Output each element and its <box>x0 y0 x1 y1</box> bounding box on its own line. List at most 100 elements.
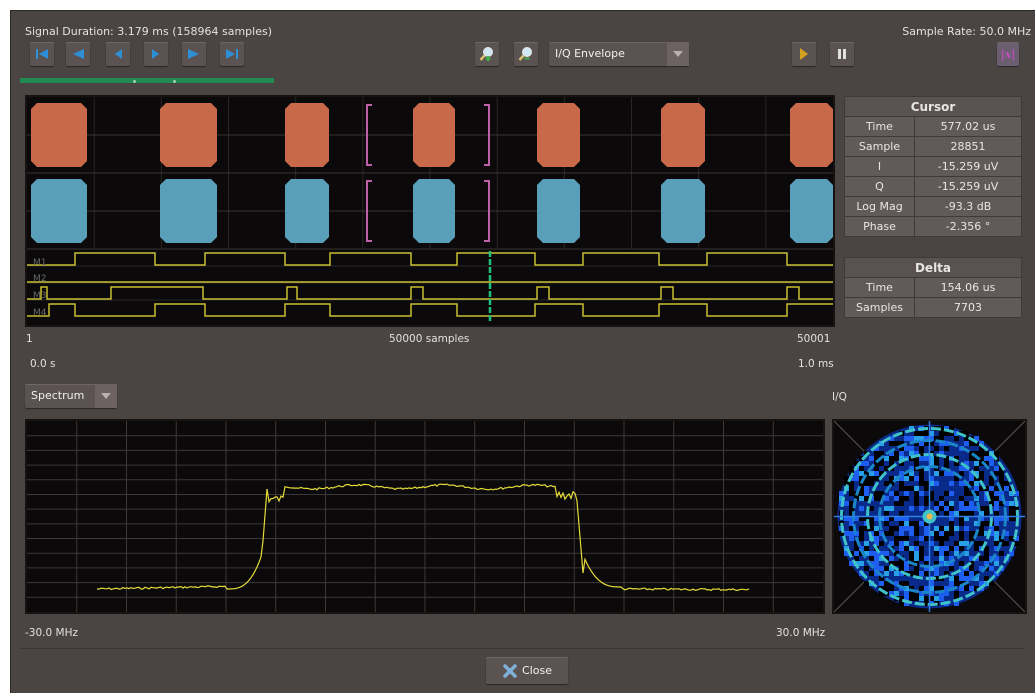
iq-density-cell <box>869 521 874 526</box>
iq-density-cell <box>944 446 949 451</box>
step-back-large-button[interactable] <box>66 42 90 66</box>
formula-button[interactable]: |x| <box>997 42 1019 66</box>
play-icon <box>800 48 808 60</box>
zoom-in-icon <box>479 47 493 61</box>
channel-label-m2: M2 <box>33 274 47 284</box>
zoom-out-icon <box>518 47 532 61</box>
iq-density-cell <box>934 446 939 451</box>
q-burst <box>537 179 580 243</box>
iq-density-cell <box>909 596 914 601</box>
step-forward-icon <box>152 49 159 59</box>
step-forward-button[interactable] <box>144 42 168 66</box>
iq-density-cell <box>914 596 919 601</box>
iq-density-cell <box>914 566 919 571</box>
iq-constellation-plot[interactable] <box>832 419 1027 614</box>
iq-density-cell <box>954 576 959 581</box>
iq-density-cell <box>889 506 894 511</box>
iq-density-cell <box>899 511 904 516</box>
iq-density-cell <box>874 561 879 566</box>
iq-density-cell <box>999 551 1004 556</box>
footer-divider <box>20 648 1025 649</box>
iq-density-cell <box>954 546 959 551</box>
iq-density-cell <box>844 501 849 506</box>
sample-start-label: 1 <box>26 333 33 345</box>
time-domain-plot[interactable]: M1 M2 M3 M4 <box>25 95 835 327</box>
spectrum-plot[interactable] <box>25 419 825 614</box>
sample-end-label: 50001 <box>797 333 831 345</box>
iq-density-cell <box>944 551 949 556</box>
iq-density-cell <box>874 476 879 481</box>
iq-density-cell <box>939 526 944 531</box>
step-forward-large-button[interactable] <box>182 42 206 66</box>
sample-count-label: 50000 samples <box>389 333 470 345</box>
iq-density-cell <box>859 496 864 501</box>
iq-density-cell <box>904 446 909 451</box>
overview-marker <box>133 80 136 83</box>
iq-density-cell <box>949 511 954 516</box>
iq-density-cell <box>974 461 979 466</box>
iq-density-cell <box>909 521 914 526</box>
iq-density-cell <box>854 546 859 551</box>
iq-density-cell <box>969 456 974 461</box>
step-back-button[interactable] <box>106 42 130 66</box>
iq-density-cell <box>919 556 924 561</box>
iq-density-cell <box>924 586 929 591</box>
spectrum-trace <box>96 483 750 592</box>
play-button[interactable] <box>792 42 816 66</box>
table-row: I -15.259 uV <box>844 156 1022 177</box>
i-burst <box>790 103 833 167</box>
iq-density-cell <box>964 506 969 511</box>
iq-density-cell <box>909 546 914 551</box>
signal-overview-scrollbar[interactable] <box>20 78 838 86</box>
zoom-in-button[interactable] <box>475 42 499 66</box>
iq-density-cell <box>909 476 914 481</box>
zoom-out-button[interactable] <box>514 42 538 66</box>
iq-density-cell <box>899 451 904 456</box>
i-burst <box>160 103 217 167</box>
iq-density-cell <box>899 546 904 551</box>
iq-density-cell <box>974 486 979 491</box>
i-burst <box>31 103 87 167</box>
iq-density-cell <box>909 436 914 441</box>
iq-density-cell <box>889 456 894 461</box>
spectrum-mode-dropdown[interactable]: Spectrum <box>25 384 117 408</box>
iq-density-cell <box>934 586 939 591</box>
iq-density-cell <box>934 531 939 536</box>
iq-density-cell <box>1004 541 1009 546</box>
iq-density-cell <box>934 526 939 531</box>
iq-density-cell <box>939 506 944 511</box>
iq-density-cell <box>869 551 874 556</box>
iq-density-cell <box>974 541 979 546</box>
close-button[interactable]: Close <box>486 657 568 684</box>
iq-density-cell <box>864 491 869 496</box>
iq-density-cell <box>914 476 919 481</box>
skip-to-start-button[interactable] <box>30 42 54 66</box>
iq-density-cell <box>884 481 889 486</box>
iq-density-cell <box>914 491 919 496</box>
iq-density-cell <box>924 456 929 461</box>
skip-to-end-button[interactable] <box>220 42 244 66</box>
iq-density-cell <box>879 566 884 571</box>
view-mode-dropdown[interactable]: I/Q Envelope <box>549 42 689 66</box>
iq-density-cell <box>989 486 994 491</box>
iq-density-cell <box>869 456 874 461</box>
iq-density-cell <box>904 486 909 491</box>
iq-density-cell <box>984 521 989 526</box>
iq-density-cell <box>954 511 959 516</box>
iq-density-cell <box>954 551 959 556</box>
iq-density-cell <box>904 476 909 481</box>
iq-density-cell <box>984 456 989 461</box>
iq-density-cell <box>949 491 954 496</box>
iq-density-cell <box>859 506 864 511</box>
i-burst <box>661 103 705 167</box>
iq-density-cell <box>994 466 999 471</box>
iq-density-cell <box>874 471 879 476</box>
iq-density-cell <box>959 496 964 501</box>
iq-density-cell <box>864 541 869 546</box>
iq-density-cell <box>1009 501 1014 506</box>
iq-density-cell <box>859 531 864 536</box>
iq-density-cell <box>899 481 904 486</box>
iq-density-cell <box>924 531 929 536</box>
iq-density-cell <box>919 536 924 541</box>
pause-button[interactable] <box>830 42 854 66</box>
